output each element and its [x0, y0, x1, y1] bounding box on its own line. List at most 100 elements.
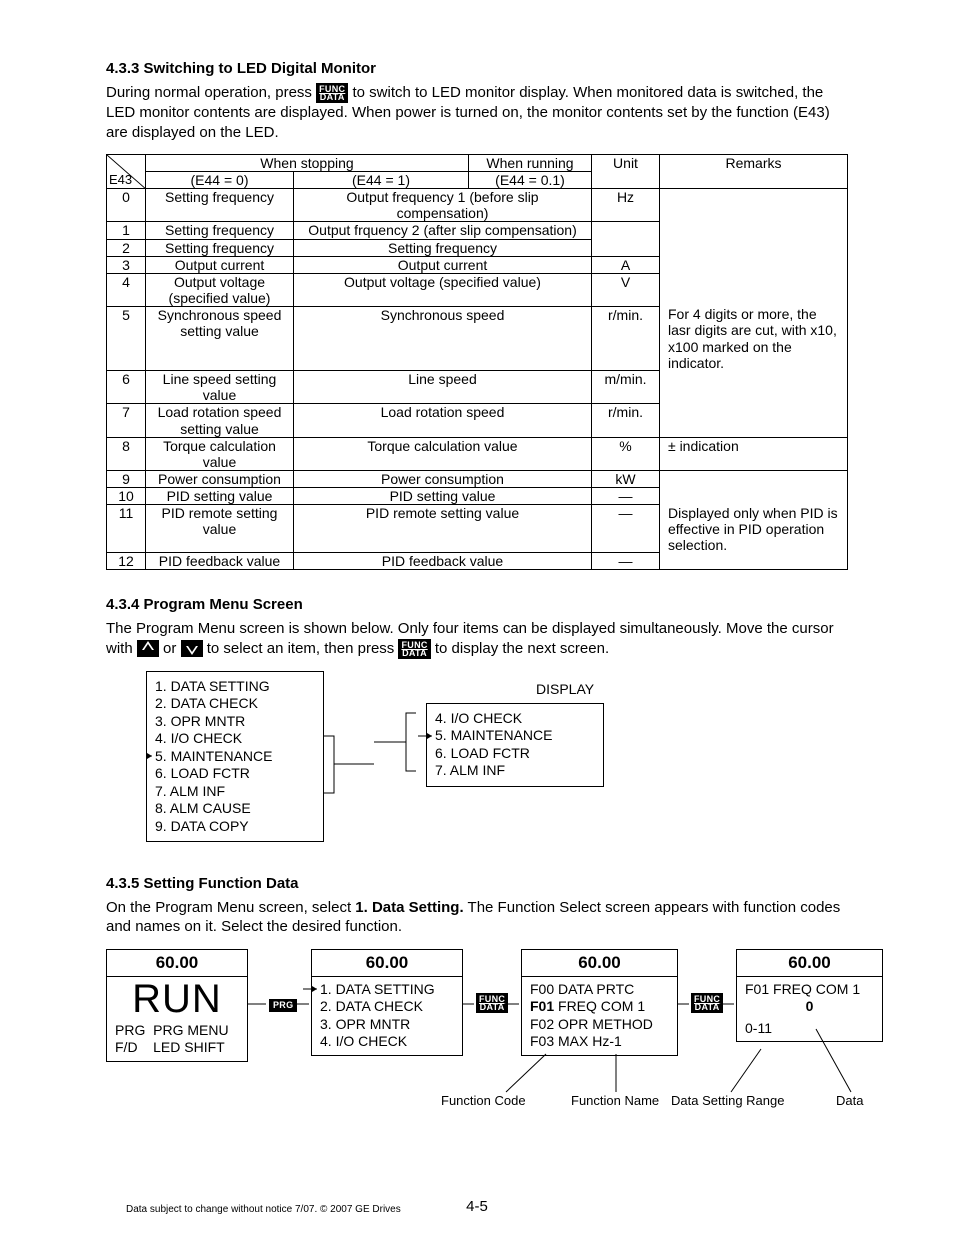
text: LED SHIFT: [153, 1039, 225, 1055]
cell: PID setting value: [294, 487, 592, 504]
cell: —: [592, 487, 660, 504]
row-n: 3: [107, 256, 146, 273]
menu-item: 2. DATA CHECK: [155, 695, 315, 713]
cell: Output current: [146, 256, 294, 273]
run-label: RUN: [107, 977, 247, 1022]
cell: [660, 487, 848, 504]
text: to display the next screen.: [435, 640, 609, 657]
cell: PID feedback value: [146, 553, 294, 570]
text-bold: 1. Data Setting.: [355, 899, 463, 916]
cell: kW: [592, 470, 660, 487]
cell: A: [592, 256, 660, 273]
cell: Synchronous speed: [294, 306, 592, 370]
setting-function-flow: 60.00 RUN PRG PRG MENU F/D LED SHIFT PRG…: [106, 949, 848, 1109]
cell: Load rotation speed: [294, 404, 592, 437]
data-range: 0-11: [745, 1020, 874, 1038]
cell: [660, 470, 848, 487]
label-data-setting-range: Data Setting Range: [671, 1093, 784, 1108]
data-value: 0: [745, 998, 874, 1016]
text: PRG: [115, 1022, 145, 1038]
e43-label: E43: [109, 173, 132, 188]
menu-item: 7. ALM INF: [435, 762, 595, 780]
lcd-header: 60.00: [107, 950, 247, 977]
cell: Output frequency 1 (before slip compensa…: [294, 189, 592, 222]
cell: [660, 189, 848, 307]
e44-1: (E44 = 1): [294, 172, 469, 189]
row-n: 6: [107, 371, 146, 404]
menu-item: F03 MAX Hz-1: [530, 1033, 669, 1051]
cell: [660, 371, 848, 404]
prg-key-icon: PRG: [269, 999, 297, 1012]
page-number: 4-5: [466, 1198, 488, 1215]
menu-item: 5. MAINTENANCE: [435, 727, 595, 745]
cell: Power consumption: [146, 470, 294, 487]
section-4-3-3-para: During normal operation, press FUNCDATA …: [106, 83, 848, 142]
cell: Synchronous speed setting value: [146, 306, 294, 370]
cell: Setting frequency: [146, 189, 294, 222]
row-n: 11: [107, 505, 146, 553]
menu-item: 3. OPR MNTR: [155, 713, 315, 731]
cell: r/min.: [592, 404, 660, 437]
cell: Hz: [592, 189, 660, 222]
menu-item: 4. I/O CHECK: [435, 710, 595, 728]
cell: Torque calculation value: [294, 437, 592, 470]
display-label: DISPLAY: [536, 681, 594, 697]
section-4-3-4-para: The Program Menu screen is shown below. …: [106, 619, 848, 659]
row-n: 10: [107, 487, 146, 504]
cell: Setting frequency: [146, 239, 294, 256]
copyright: Data subject to change without notice 7/…: [126, 1204, 401, 1215]
row-n: 1: [107, 222, 146, 239]
section-4-3-5-para: On the Program Menu screen, select 1. Da…: [106, 898, 848, 937]
menu-item: 5. MAINTENANCE: [155, 748, 315, 766]
menu-item: F01 FREQ COM 1: [745, 981, 874, 999]
col-running: When running: [469, 155, 592, 172]
cell: Output frquency 2 (after slip compensati…: [294, 222, 592, 239]
cell: [660, 553, 848, 570]
menu-item: 8. ALM CAUSE: [155, 800, 315, 818]
flow-box-menu: 60.00 1. DATA SETTING 2. DATA CHECK 3. O…: [311, 949, 463, 1056]
e44-0: (E44 = 0): [146, 172, 294, 189]
e44-01: (E44 = 0.1): [469, 172, 592, 189]
e43-table: E43 When stopping When running Unit Rema…: [106, 154, 848, 570]
section-4-3-3-title: 4.3.3 Switching to LED Digital Monitor: [106, 60, 848, 77]
cell: [592, 222, 660, 239]
cell: Displayed only when PID is effective in …: [660, 505, 848, 553]
cell: Setting frequency: [294, 239, 592, 256]
menu-item: 3. OPR MNTR: [320, 1016, 454, 1034]
cell: Setting frequency: [146, 222, 294, 239]
section-4-3-5-title: 4.3.5 Setting Function Data: [106, 875, 848, 892]
menu-item: 9. DATA COPY: [155, 818, 315, 836]
program-menu-diagram: 1. DATA SETTING 2. DATA CHECK 3. OPR MNT…: [146, 671, 848, 861]
cell: Line speed setting value: [146, 371, 294, 404]
cell: PID remote setting value: [146, 505, 294, 553]
flow-box-run: 60.00 RUN PRG PRG MENU F/D LED SHIFT: [106, 949, 248, 1062]
cell: —: [592, 553, 660, 570]
row-n: 2: [107, 239, 146, 256]
cell: Output current: [294, 256, 592, 273]
label-function-name: Function Name: [571, 1093, 659, 1108]
text: or: [163, 640, 181, 657]
cell: Torque calculation value: [146, 437, 294, 470]
menu-item: 1. DATA SETTING: [155, 678, 315, 696]
cell: PID setting value: [146, 487, 294, 504]
row-n: 12: [107, 553, 146, 570]
col-unit: Unit: [592, 155, 660, 189]
cell: m/min.: [592, 371, 660, 404]
cell: Load rotation speed setting value: [146, 404, 294, 437]
menu-item: 4. I/O CHECK: [320, 1033, 454, 1051]
func-data-key-icon: FUNCDATA: [691, 993, 723, 1013]
flow-box-functions: 60.00 F00 DATA PRTC F01 FREQ COM 1 F02 O…: [521, 949, 678, 1056]
cell: Power consumption: [294, 470, 592, 487]
col-remarks: Remarks: [660, 155, 848, 189]
func-data-key-icon: FUNCDATA: [398, 639, 430, 659]
cell: %: [592, 437, 660, 470]
cell: [660, 404, 848, 437]
text: to select an item, then press: [207, 640, 399, 657]
row-n: 4: [107, 273, 146, 306]
func-data-key-icon: FUNCDATA: [316, 83, 348, 103]
cell: Line speed: [294, 371, 592, 404]
row-n: 8: [107, 437, 146, 470]
cell: —: [592, 505, 660, 553]
col-stopping: When stopping: [146, 155, 469, 172]
cell: r/min.: [592, 306, 660, 370]
